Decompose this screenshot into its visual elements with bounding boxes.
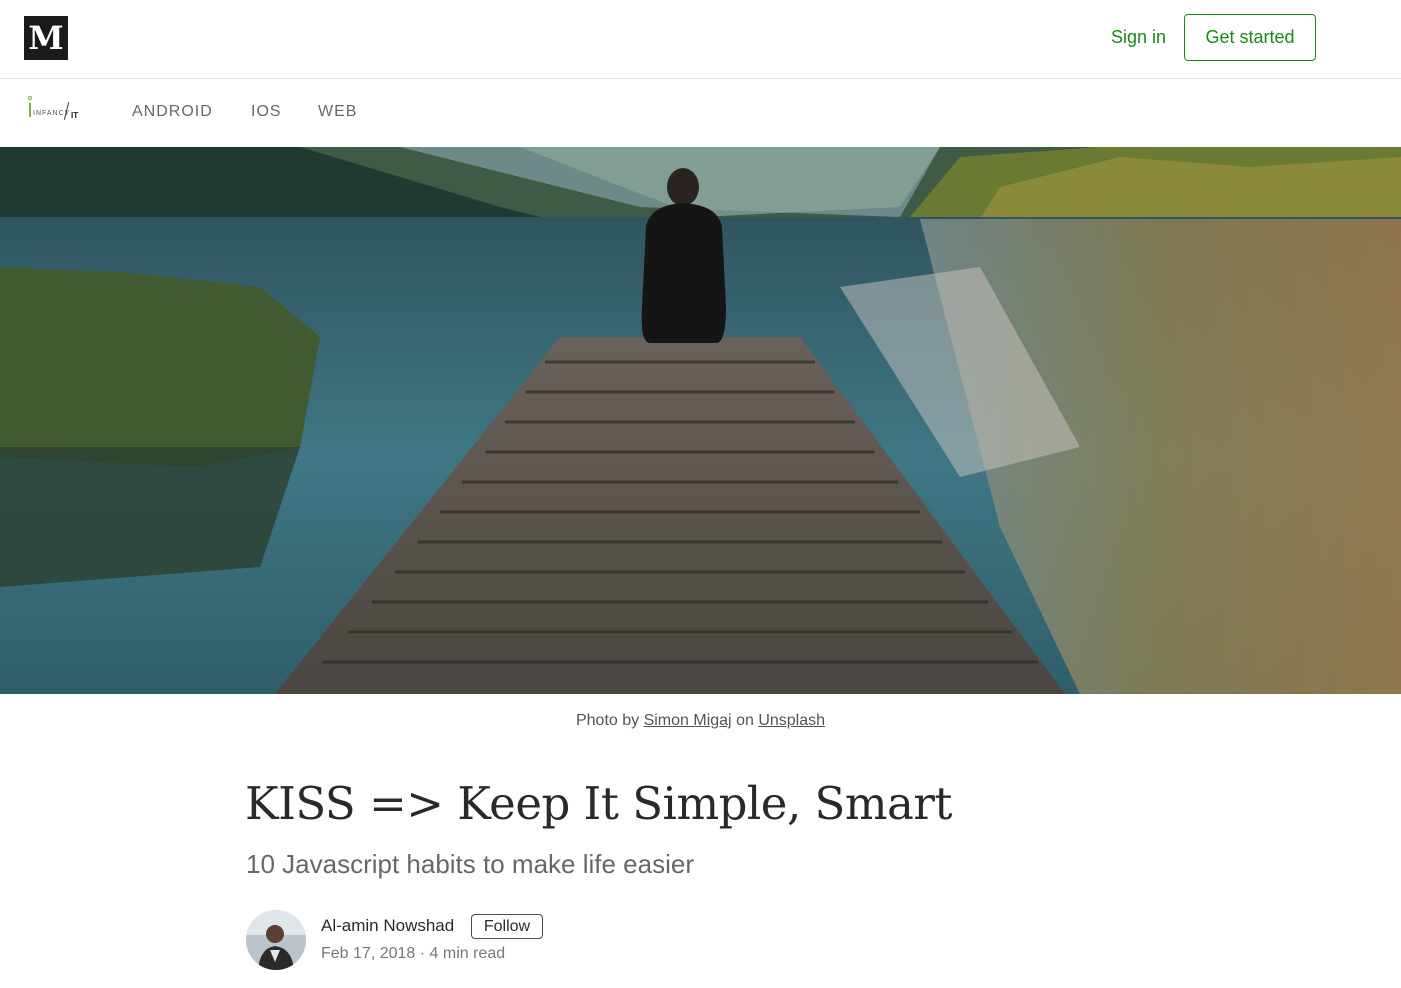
follow-button[interactable]: Follow	[471, 914, 543, 939]
sign-in-link[interactable]: Sign in	[1111, 24, 1166, 50]
publish-date: Feb 17, 2018	[321, 945, 416, 962]
medium-logo[interactable]: M	[24, 16, 68, 60]
get-started-button[interactable]: Get started	[1184, 14, 1316, 61]
top-bar: M Sign in Get started	[0, 0, 1401, 79]
hero-image	[0, 147, 1401, 694]
meta-separator: ·	[419, 945, 426, 962]
author-name[interactable]: Al-amin Nowshad	[321, 915, 454, 937]
article-title: KISS => Keep It Simple, Smart	[245, 777, 952, 830]
caption-prefix: Photo by	[575, 712, 640, 729]
publication-logo[interactable]: INFANCY IT	[28, 96, 84, 126]
photographer-link[interactable]: Simon Migaj	[644, 712, 732, 729]
publication-logo-suffix: IT	[71, 111, 79, 120]
unsplash-link[interactable]: Unsplash	[758, 712, 825, 729]
photo-caption: Photo by Simon Migaj on Unsplash	[0, 710, 1401, 732]
article-meta: Feb 17, 2018 · 4 min read	[321, 943, 505, 965]
read-time: 4 min read	[429, 945, 506, 962]
nav-item-android[interactable]: ANDROID	[132, 101, 213, 123]
logo-dot-icon	[28, 96, 32, 100]
article-subtitle: 10 Javascript habits to make life easier	[246, 849, 694, 879]
nav-item-web[interactable]: WEB	[318, 101, 357, 123]
logo-bar-icon	[29, 103, 31, 117]
nav-item-ios[interactable]: IOS	[251, 101, 282, 123]
caption-joiner: on	[736, 712, 754, 729]
author-avatar[interactable]	[246, 910, 306, 970]
